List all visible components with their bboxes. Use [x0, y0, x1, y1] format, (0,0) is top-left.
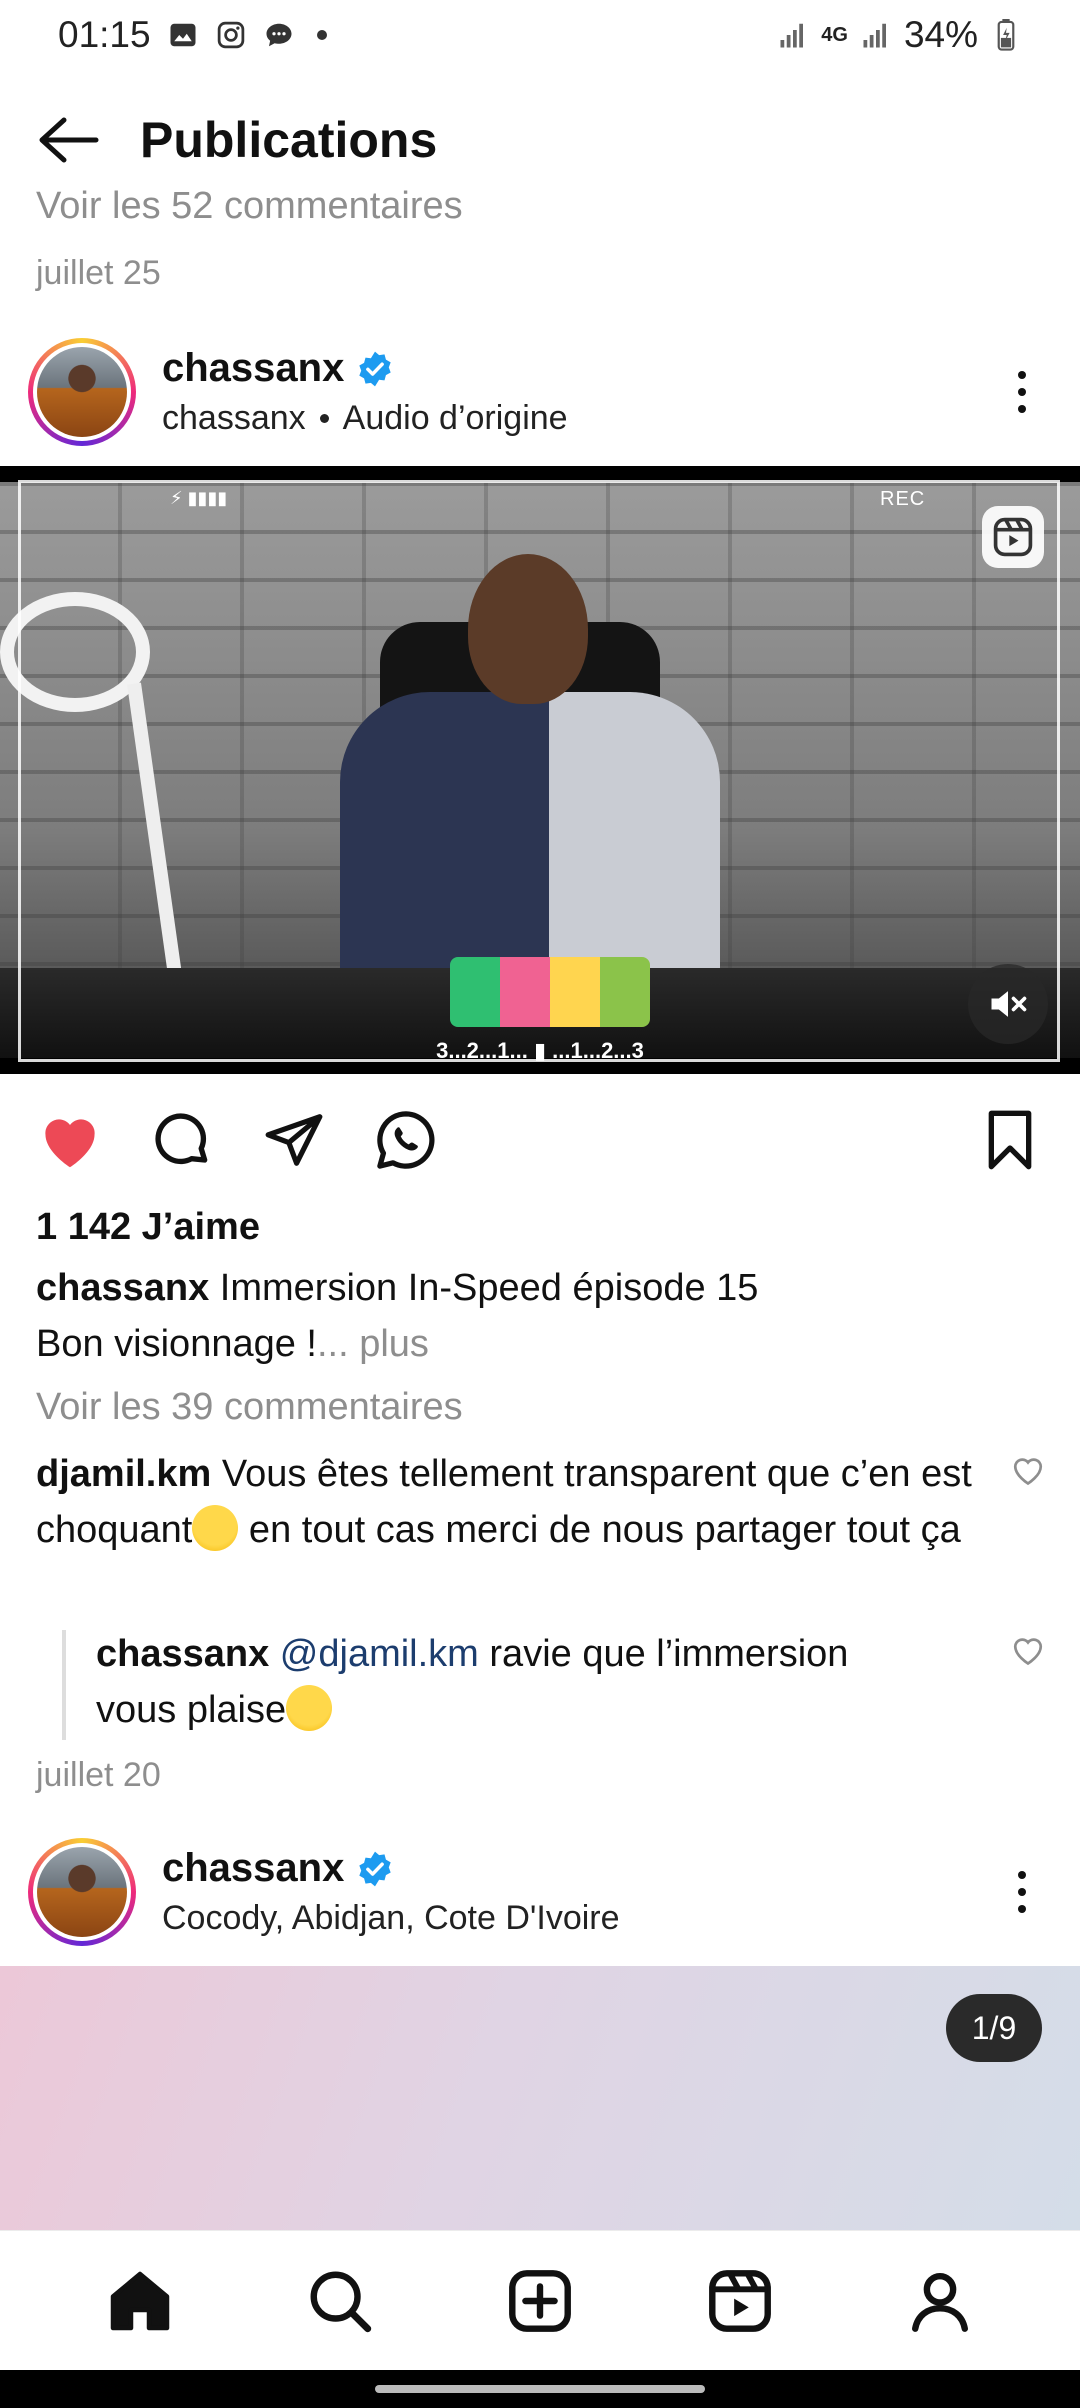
previous-comments-link[interactable]: Voir les 52 commentaires — [36, 186, 463, 226]
avatar[interactable] — [28, 338, 136, 446]
caption-line-2: Bon visionnage ! — [36, 1323, 317, 1365]
arrow-left-icon — [39, 117, 99, 163]
post-header: chassanx chassanx Audio d’origine — [0, 332, 1080, 452]
post-date: juillet 20 — [36, 1756, 161, 1794]
network-type: 4G — [821, 24, 848, 46]
next-post-username[interactable]: chassanx — [162, 1846, 344, 1891]
likes-count[interactable]: 1 142 J’aime — [36, 1206, 260, 1249]
post-location[interactable]: Cocody, Abidjan, Cote D'Ivoire — [162, 1899, 620, 1938]
reply-mention[interactable]: @djamil.km — [280, 1633, 479, 1675]
profile-icon — [912, 2272, 968, 2332]
audio-label[interactable]: Audio d’origine — [343, 399, 568, 438]
reply-username[interactable]: chassanx — [96, 1633, 269, 1675]
notification-dot — [316, 30, 327, 40]
battery-icon — [990, 19, 1022, 51]
caption-text: Immersion In-Speed épisode 15 — [209, 1267, 759, 1309]
post-video[interactable]: ⚡ ▮▮▮▮ REC 3...2...1... ▮ ...1...2...3 — [0, 466, 1080, 1074]
previous-post-date: juillet 25 — [36, 254, 161, 292]
next-post-header: chassanx Cocody, Abidjan, Cote D'Ivoire — [0, 1832, 1080, 1952]
nav-reels[interactable] — [700, 2261, 780, 2341]
comment-icon — [155, 1113, 208, 1165]
battery-percent: 34% — [903, 14, 978, 55]
gesture-bar — [0, 2370, 1080, 2408]
nav-create[interactable] — [500, 2261, 580, 2341]
signal-icon — [777, 19, 809, 51]
comment-like-icon[interactable] — [1010, 1452, 1046, 1488]
reels-icon — [709, 2269, 771, 2332]
next-avatar[interactable] — [28, 1838, 136, 1946]
back-button[interactable] — [36, 108, 100, 172]
status-bar: 01:15 4G 34% — [0, 0, 1080, 70]
share-button[interactable] — [260, 1106, 328, 1174]
app-header: Publications — [0, 95, 1080, 185]
messages-icon — [263, 19, 295, 51]
audio-owner[interactable]: chassanx — [162, 399, 306, 438]
save-button[interactable] — [976, 1106, 1044, 1174]
home-indicator[interactable] — [375, 2385, 705, 2393]
reels-icon — [982, 506, 1044, 568]
nav-search[interactable] — [300, 2261, 380, 2341]
video-countdown: 3...2...1... ▮ ...1...2...3 — [436, 1038, 644, 1063]
bottom-nav — [0, 2230, 1080, 2370]
camera-battery-icon: ⚡ ▮▮▮▮ — [170, 488, 228, 508]
reply-like-icon[interactable] — [1010, 1632, 1046, 1668]
reply-thread-line — [62, 1630, 66, 1740]
post-actions — [0, 1100, 1080, 1180]
rec-label: REC — [880, 488, 926, 510]
view-comments-link[interactable]: Voir les 39 commentaires — [36, 1386, 463, 1429]
next-more-options-button[interactable] — [992, 1852, 1052, 1932]
post-caption: chassanx Immersion In-Speed épisode 15 B… — [36, 1260, 1036, 1372]
search-icon — [310, 2271, 372, 2332]
status-time: 01:15 — [58, 14, 151, 55]
mute-button[interactable] — [968, 964, 1048, 1044]
verified-icon — [359, 1851, 392, 1886]
heart-filled-icon — [45, 1119, 95, 1168]
nav-profile[interactable] — [900, 2261, 980, 2341]
comment-username[interactable]: djamil.km — [36, 1453, 211, 1495]
like-button[interactable] — [36, 1106, 104, 1174]
verified-icon — [359, 351, 392, 386]
comment-item: djamil.km Vous êtes tellement transparen… — [36, 1446, 976, 1558]
share-icon — [265, 1114, 323, 1166]
carousel-counter: 1/9 — [946, 1994, 1042, 2062]
home-icon — [110, 2271, 170, 2330]
create-icon — [509, 2269, 571, 2332]
sweat-smile-emoji — [192, 1504, 239, 1551]
video-frame — [0, 482, 1080, 1058]
bookmark-icon — [988, 1110, 1032, 1170]
post-carousel[interactable]: 1/9 — [0, 1966, 1080, 2230]
nav-home[interactable] — [100, 2261, 180, 2341]
signal-icon-2 — [860, 19, 892, 51]
more-options-button[interactable] — [992, 352, 1052, 432]
caption-username[interactable]: chassanx — [36, 1267, 209, 1309]
whatsapp-button[interactable] — [372, 1106, 440, 1174]
post-username[interactable]: chassanx — [162, 346, 344, 391]
comment-button[interactable] — [148, 1106, 216, 1174]
smiling-emoji — [286, 1684, 333, 1731]
separator-dot — [319, 414, 329, 423]
page-title: Publications — [140, 112, 438, 168]
whatsapp-icon — [377, 1111, 435, 1169]
gallery-icon — [167, 19, 199, 51]
muted-speaker-icon — [991, 991, 1027, 1017]
reply-item: chassanx @djamil.km ravie que l’immersio… — [96, 1626, 936, 1738]
instagram-icon — [215, 19, 247, 51]
comment-text-continued: en tout cas merci de nous partager tout … — [238, 1509, 961, 1551]
caption-more-link[interactable]: ... plus — [317, 1323, 429, 1365]
